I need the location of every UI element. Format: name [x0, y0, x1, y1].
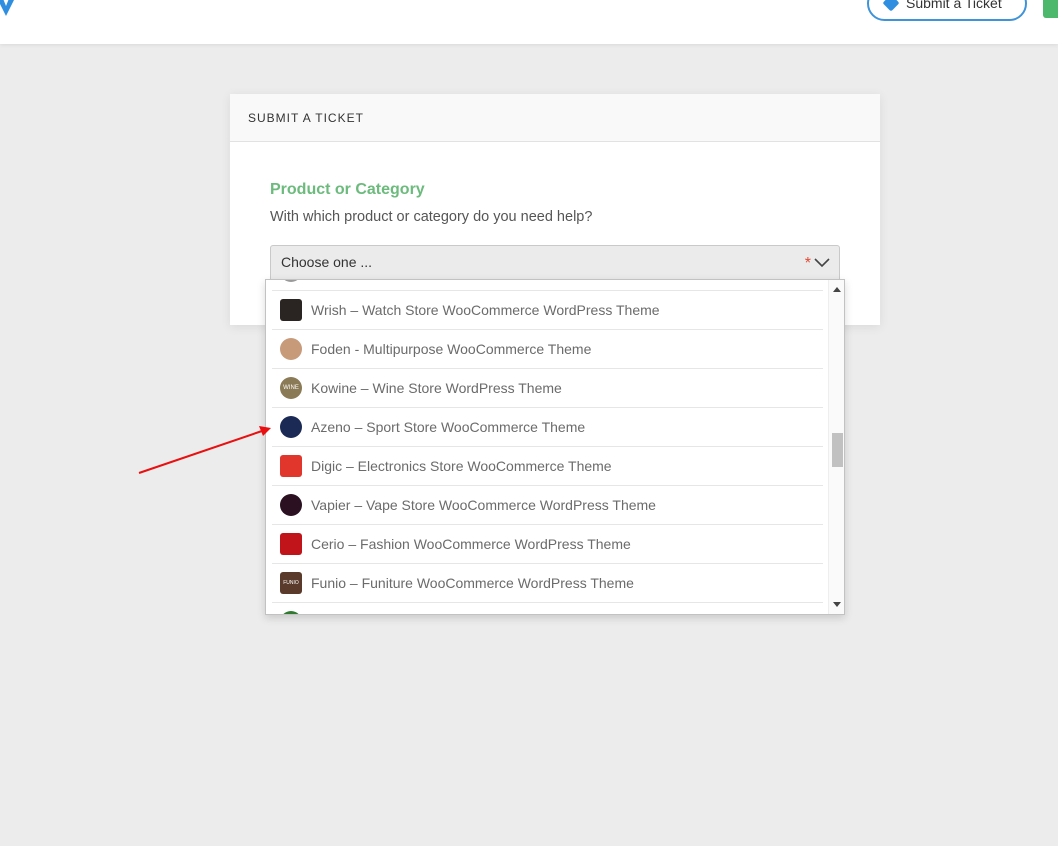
- digic-icon: [280, 455, 302, 477]
- green-action-button[interactable]: [1043, 0, 1058, 18]
- partial-icon: [280, 280, 302, 282]
- kowine-icon: WINE: [280, 377, 302, 399]
- scroll-down-icon[interactable]: [833, 602, 841, 607]
- foden-icon: [280, 338, 302, 360]
- vapier-icon: [280, 494, 302, 516]
- field-title: Product or Category: [270, 181, 425, 198]
- top-bar: Submit a Ticket: [0, 0, 1058, 44]
- option-label: Cerio – Fashion WooCommerce WordPress Th…: [311, 536, 631, 552]
- dropdown-option[interactable]: Wrish – Watch Store WooCommerce WordPres…: [272, 291, 823, 330]
- submit-ticket-button[interactable]: Submit a Ticket: [867, 0, 1027, 21]
- logo-icon[interactable]: [0, 0, 20, 18]
- dropdown-option[interactable]: Cerio – Fashion WooCommerce WordPress Th…: [272, 525, 823, 564]
- option-label: Funio – Funiture WooCommerce WordPress T…: [311, 575, 634, 591]
- product-dropdown[interactable]: Wrish – Watch Store WooCommerce WordPres…: [265, 279, 845, 615]
- dropdown-option[interactable]: FUNIO Funio – Funiture WooCommerce WordPr…: [272, 564, 823, 603]
- option-label: Wrish – Watch Store WooCommerce WordPres…: [311, 302, 660, 318]
- partial-icon: [280, 611, 302, 614]
- dropdown-option[interactable]: Vapier – Vape Store WooCommerce WordPres…: [272, 486, 823, 525]
- azeno-icon: [280, 416, 302, 438]
- chevron-down-icon: [814, 258, 830, 268]
- option-label: Kowine – Wine Store WordPress Theme: [311, 380, 562, 396]
- dropdown-option[interactable]: Azeno – Sport Store WooCommerce Theme: [272, 408, 823, 447]
- dropdown-option[interactable]: [272, 280, 823, 291]
- dropdown-option[interactable]: [272, 603, 823, 614]
- card-title: SUBMIT A TICKET: [230, 94, 880, 142]
- scroll-thumb[interactable]: [832, 433, 843, 467]
- dropdown-option[interactable]: Digic – Electronics Store WooCommerce Th…: [272, 447, 823, 486]
- scroll-up-icon[interactable]: [833, 287, 841, 292]
- required-mark: *: [804, 255, 811, 272]
- option-list: Wrish – Watch Store WooCommerce WordPres…: [266, 280, 823, 614]
- funio-icon: FUNIO: [280, 572, 302, 594]
- option-label: Vapier – Vape Store WooCommerce WordPres…: [311, 497, 656, 513]
- field-description: With which product or category do you ne…: [270, 209, 593, 225]
- option-label: Foden - Multipurpose WooCommerce Theme: [311, 341, 592, 357]
- cerio-icon: [280, 533, 302, 555]
- select-value: Choose one ...: [281, 254, 373, 270]
- option-label: Digic – Electronics Store WooCommerce Th…: [311, 458, 612, 474]
- product-select[interactable]: Choose one ... *: [270, 245, 840, 280]
- dropdown-option[interactable]: WINE Kowine – Wine Store WordPress Theme: [272, 369, 823, 408]
- wrish-icon: [280, 299, 302, 321]
- dropdown-option[interactable]: Foden - Multipurpose WooCommerce Theme: [272, 330, 823, 369]
- submit-ticket-label: Submit a Ticket: [906, 0, 1002, 11]
- dropdown-scrollbar[interactable]: [828, 280, 844, 614]
- tag-icon: [882, 0, 900, 12]
- option-label: Azeno – Sport Store WooCommerce Theme: [311, 419, 586, 435]
